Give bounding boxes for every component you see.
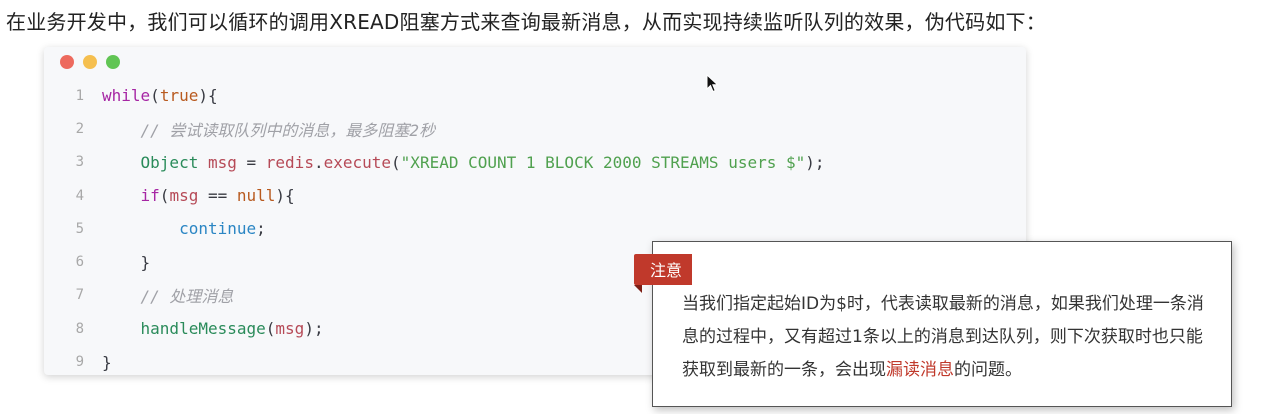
code-token: }: [140, 252, 151, 272]
note-highlight: 漏读消息: [886, 360, 954, 380]
code-token: =: [236, 152, 266, 172]
line-number: 6: [75, 254, 84, 271]
slide-page: 在业务开发中，我们可以循环的调用XREAD阻塞方式来查询最新消息，从而实现持续监…: [0, 0, 1278, 414]
code-content: handleMessage(msg);: [102, 319, 324, 338]
code-token: redis: [265, 152, 314, 172]
code-token: }: [102, 352, 112, 372]
line-number: 8: [75, 320, 84, 337]
code-token: execute: [323, 152, 392, 172]
window-controls: [60, 55, 120, 69]
code-line: 4 if(msg == null){: [44, 179, 1026, 212]
code-token: msg: [169, 186, 199, 206]
line-number: 7: [75, 287, 84, 304]
code-token: (: [150, 86, 160, 106]
intro-paragraph: 在业务开发中，我们可以循环的调用XREAD阻塞方式来查询最新消息，从而实现持续监…: [6, 10, 1046, 34]
code-token: ){: [198, 86, 218, 106]
code-content: }: [102, 252, 151, 272]
line-number: 2: [75, 120, 84, 137]
code-token: ;: [256, 219, 266, 239]
note-text-after: 的问题。: [954, 360, 1022, 380]
code-token: "XREAD COUNT 1 BLOCK 2000 STREAMS users …: [400, 152, 806, 172]
code-line: 3 Object msg = redis.execute("XREAD COUN…: [44, 146, 1026, 179]
mouse-cursor-icon: [706, 74, 719, 93]
code-token: .: [313, 152, 324, 172]
code-content: if(msg == null){: [102, 186, 295, 205]
code-content: }: [102, 353, 112, 372]
code-token: msg: [207, 152, 237, 172]
line-number: 3: [75, 154, 84, 171]
code-token: if: [140, 186, 160, 206]
note-text: 当我们指定起始ID为$时，代表读取最新的消息，如果我们处理一条消息的过程中，又有…: [682, 288, 1212, 387]
code-token: (: [265, 319, 276, 339]
note-callout: 注意 当我们指定起始ID为$时，代表读取最新的消息，如果我们处理一条消息的过程中…: [634, 241, 1232, 407]
minimize-dot-icon: [83, 55, 97, 69]
code-token: while: [102, 86, 151, 106]
code-line: 2 // 尝试读取队列中的消息，最多阻塞2秒: [44, 112, 1026, 145]
code-line: 1 while(true){: [44, 79, 1026, 112]
code-content: // 尝试读取队列中的消息，最多阻塞2秒: [102, 117, 436, 141]
code-content: // 处理消息: [102, 283, 234, 307]
code-token: true: [159, 86, 199, 106]
line-number: 5: [75, 220, 84, 237]
code-token: ==: [198, 186, 237, 206]
line-number: 4: [75, 187, 84, 204]
code-token: (: [159, 186, 170, 206]
code-content: while(true){: [102, 86, 218, 105]
code-token: continue: [179, 219, 257, 239]
code-token: ){: [275, 186, 295, 206]
code-content: Object msg = redis.execute("XREAD COUNT …: [102, 153, 825, 172]
close-dot-icon: [60, 55, 74, 69]
code-token: // 处理消息: [140, 287, 234, 307]
code-token: Object: [140, 152, 199, 172]
line-number: 9: [75, 354, 84, 371]
code-content: continue;: [102, 219, 266, 238]
line-number: 1: [75, 87, 84, 104]
code-token: (: [391, 152, 401, 172]
code-token: // 尝试读取队列中的消息，最多阻塞2秒: [140, 120, 436, 140]
code-token: );: [304, 319, 324, 339]
note-tag: 注意: [634, 254, 693, 293]
code-token: handleMessage: [140, 319, 266, 339]
code-token: );: [805, 152, 825, 172]
maximize-dot-icon: [106, 55, 120, 69]
code-token: null: [236, 186, 276, 206]
code-token: msg: [275, 319, 305, 339]
